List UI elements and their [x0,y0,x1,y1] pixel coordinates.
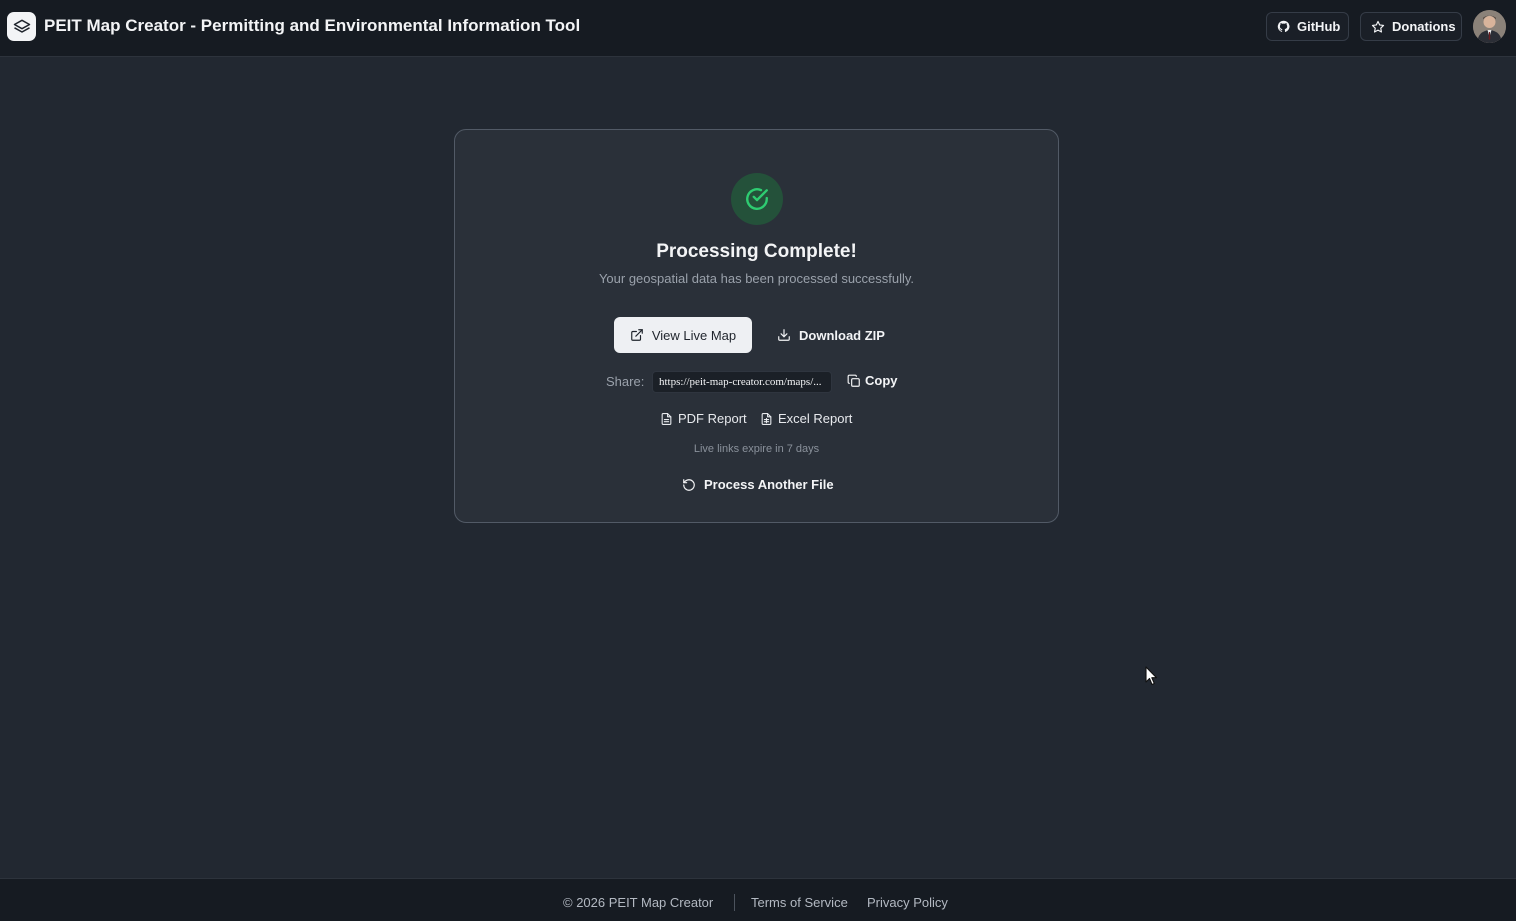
card-subtitle: Your geospatial data has been processed … [598,271,915,286]
user-avatar[interactable] [1473,10,1506,43]
github-button[interactable]: GitHub [1266,12,1349,41]
file-text-icon [660,412,673,426]
process-another-button[interactable]: Process Another File [682,477,834,492]
star-icon [1371,20,1385,34]
share-label: Share: [606,374,645,389]
share-url-field[interactable]: https://peit-map-creator.com/maps/... [652,371,832,393]
layers-logo-icon[interactable] [7,12,36,41]
excel-report-link[interactable]: Excel Report [760,411,852,426]
rotate-ccw-icon [682,478,696,492]
file-spreadsheet-icon [760,412,773,426]
download-zip-label: Download ZIP [799,327,885,343]
result-card: Processing Complete! Your geospatial dat… [454,129,1059,523]
download-zip-button[interactable]: Download ZIP [766,317,896,353]
mouse-cursor-icon [1145,666,1159,686]
pdf-report-link[interactable]: PDF Report [660,411,747,426]
app-footer: © 2026 PEIT Map Creator Terms of Service… [0,878,1516,921]
copy-icon [847,374,861,388]
external-link-icon [630,328,644,342]
expire-note: Live links expire in 7 days [693,443,820,455]
github-icon [1277,20,1290,33]
donations-button[interactable]: Donations [1360,12,1462,41]
view-live-map-label: View Live Map [651,327,737,343]
app-title: PEIT Map Creator - Permitting and Enviro… [44,16,581,35]
process-another-label: Process Another File [704,477,834,492]
copy-label: Copy [865,373,898,388]
copy-button[interactable]: Copy [847,373,898,388]
terms-link[interactable]: Terms of Service [751,895,848,910]
card-title: Processing Complete! [656,241,857,262]
excel-report-label: Excel Report [778,411,853,426]
view-live-map-button[interactable]: View Live Map [614,317,752,353]
footer-divider [734,894,735,911]
github-label: GitHub [1297,19,1341,34]
donations-label: Donations [1392,19,1456,34]
pdf-report-label: PDF Report [678,411,747,426]
privacy-link[interactable]: Privacy Policy [867,895,948,910]
app-header: PEIT Map Creator - Permitting and Enviro… [0,0,1516,57]
download-icon [777,328,791,342]
footer-copyright: © 2026 PEIT Map Creator [563,895,714,910]
check-circle-icon [731,173,783,225]
